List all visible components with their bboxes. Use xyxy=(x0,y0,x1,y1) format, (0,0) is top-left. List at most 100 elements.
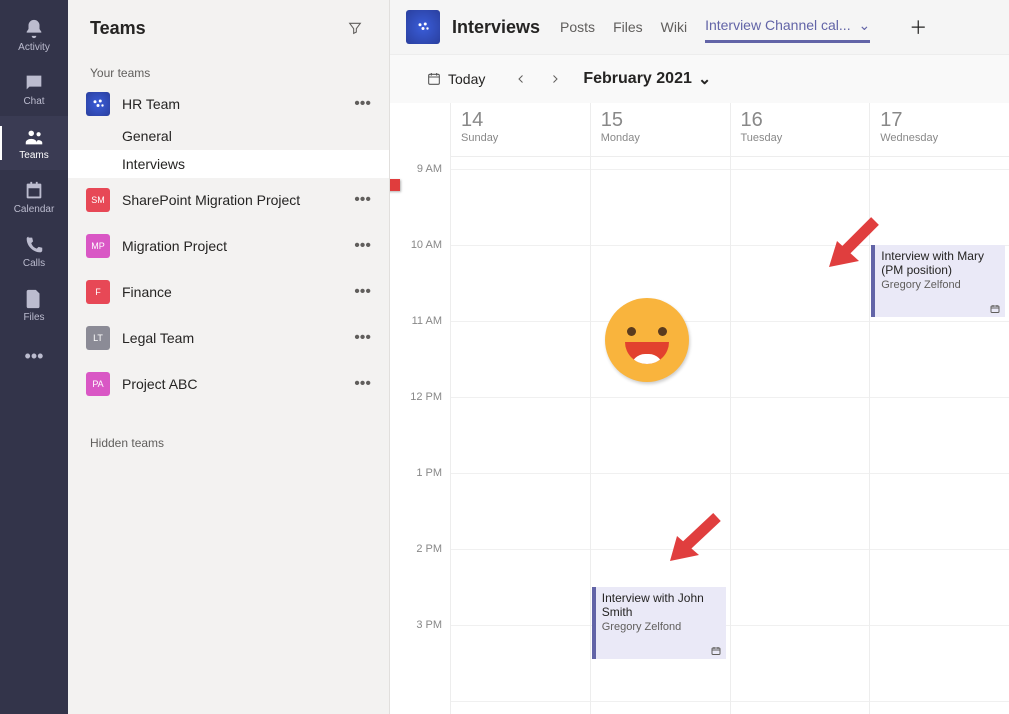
event-title: Interview with Mary (PM position) xyxy=(881,249,999,277)
filter-button[interactable] xyxy=(341,14,369,42)
time-label: 9 AM xyxy=(417,163,442,175)
tab-wiki[interactable]: Wiki xyxy=(661,13,687,41)
team-avatar: LT xyxy=(86,326,110,350)
team-more-icon[interactable]: ••• xyxy=(350,283,375,301)
recurrence-icon xyxy=(710,645,722,657)
event-organizer: Gregory Zelfond xyxy=(602,621,720,633)
team-name: SharePoint Migration Project xyxy=(122,192,350,208)
bell-icon xyxy=(23,18,45,40)
team-name: HR Team xyxy=(122,96,350,112)
rail-calls[interactable]: Calls xyxy=(0,224,68,278)
time-label: 1 PM xyxy=(416,467,442,479)
tab-label: Interview Channel cal... xyxy=(705,17,851,33)
rail-teams[interactable]: Teams xyxy=(0,116,68,170)
calendar-toolbar: Today February 2021 ⌄ xyxy=(390,54,1009,103)
team-avatar xyxy=(86,92,110,116)
day-number: 14 xyxy=(461,109,580,132)
app-rail: Activity Chat Teams Calendar Calls Files… xyxy=(0,0,68,714)
team-more-icon[interactable]: ••• xyxy=(350,191,375,209)
section-your-teams: Your teams xyxy=(68,52,389,86)
calendar-event[interactable]: Interview with John Smith Gregory Zelfon… xyxy=(592,587,726,659)
tab-files[interactable]: Files xyxy=(613,13,643,41)
day-header[interactable]: 17Wednesday xyxy=(869,103,1009,156)
team-row-sharepoint-migration[interactable]: SM SharePoint Migration Project ••• xyxy=(68,182,389,218)
channel-general[interactable]: General xyxy=(68,122,389,150)
time-label: 11 AM xyxy=(412,315,442,327)
team-name: Project ABC xyxy=(122,376,350,392)
day-number: 16 xyxy=(741,109,860,132)
tab-calendar[interactable]: Interview Channel cal... ⌄ xyxy=(705,11,870,43)
next-button[interactable] xyxy=(543,67,567,91)
team-more-icon[interactable]: ••• xyxy=(350,237,375,255)
calendar-grid[interactable]: 14Sunday15Monday16Tuesday17Wednesday 9 A… xyxy=(390,103,1009,714)
channel-title: Interviews xyxy=(452,17,540,38)
main-content: Interviews Posts Files Wiki Interview Ch… xyxy=(390,0,1009,714)
team-more-icon[interactable]: ••• xyxy=(350,95,375,113)
team-name: Finance xyxy=(122,284,350,300)
rail-chat[interactable]: Chat xyxy=(0,62,68,116)
team-avatar: F xyxy=(86,280,110,304)
add-tab-button[interactable]: ＋ xyxy=(906,15,930,39)
chat-icon xyxy=(23,72,45,94)
recurrence-icon xyxy=(989,303,1001,315)
phone-icon xyxy=(23,234,45,256)
channel-header: Interviews Posts Files Wiki Interview Ch… xyxy=(390,0,1009,54)
team-row-legal[interactable]: LT Legal Team ••• xyxy=(68,320,389,356)
channel-avatar xyxy=(406,10,440,44)
chevron-down-icon: ⌄ xyxy=(698,69,711,89)
team-more-icon[interactable]: ••• xyxy=(350,329,375,347)
day-column[interactable] xyxy=(730,157,870,714)
day-column[interactable] xyxy=(450,157,590,714)
teams-panel: Teams Your teams HR Team ••• General Int… xyxy=(68,0,390,714)
team-name: Legal Team xyxy=(122,330,350,346)
tab-posts[interactable]: Posts xyxy=(560,13,595,41)
month-label: February 2021 xyxy=(583,70,692,88)
file-icon xyxy=(23,288,45,310)
team-row-project-abc[interactable]: PA Project ABC ••• xyxy=(68,366,389,402)
day-of-week: Sunday xyxy=(461,132,580,144)
rail-label: Chat xyxy=(23,96,44,107)
chevron-right-icon xyxy=(549,73,561,85)
team-avatar: SM xyxy=(86,188,110,212)
rail-activity[interactable]: Activity xyxy=(0,8,68,62)
team-row-finance[interactable]: F Finance ••• xyxy=(68,274,389,310)
calendar-today-icon xyxy=(426,71,442,87)
day-column[interactable] xyxy=(869,157,1009,714)
channel-interviews[interactable]: Interviews xyxy=(68,150,389,178)
team-row-hr[interactable]: HR Team ••• xyxy=(68,86,389,122)
day-number: 15 xyxy=(601,109,720,132)
calendar-event[interactable]: Interview with Mary (PM position) Gregor… xyxy=(871,245,1005,317)
day-of-week: Wednesday xyxy=(880,132,999,144)
team-more-icon[interactable]: ••• xyxy=(350,375,375,393)
day-header[interactable]: 14Sunday xyxy=(450,103,590,156)
today-label: Today xyxy=(448,71,485,87)
time-label: 10 AM xyxy=(411,239,442,251)
section-hidden-teams: Hidden teams xyxy=(68,422,389,456)
rail-label: Activity xyxy=(18,42,50,53)
today-button[interactable]: Today xyxy=(418,67,493,91)
day-of-week: Monday xyxy=(601,132,720,144)
event-organizer: Gregory Zelfond xyxy=(881,279,999,291)
channel-tabs: Posts Files Wiki Interview Channel cal..… xyxy=(560,11,930,43)
month-picker[interactable]: February 2021 ⌄ xyxy=(583,69,711,89)
day-of-week: Tuesday xyxy=(741,132,860,144)
prev-button[interactable] xyxy=(509,67,533,91)
team-avatar: MP xyxy=(86,234,110,258)
rail-label: Teams xyxy=(19,150,48,161)
rail-calendar[interactable]: Calendar xyxy=(0,170,68,224)
day-number: 17 xyxy=(880,109,999,132)
rail-label: Files xyxy=(23,312,44,323)
day-header[interactable]: 15Monday xyxy=(590,103,730,156)
team-avatar: PA xyxy=(86,372,110,396)
day-header[interactable]: 16Tuesday xyxy=(730,103,870,156)
channel-name: Interviews xyxy=(122,156,185,172)
team-name: Migration Project xyxy=(122,238,350,254)
chevron-down-icon: ⌄ xyxy=(858,17,870,33)
rail-files[interactable]: Files xyxy=(0,278,68,332)
rail-label: Calls xyxy=(23,258,45,269)
rail-label: Calendar xyxy=(14,204,55,215)
channel-name: General xyxy=(122,128,172,144)
time-label: 12 PM xyxy=(410,391,442,403)
team-row-migration-project[interactable]: MP Migration Project ••• xyxy=(68,228,389,264)
rail-more[interactable]: ••• xyxy=(0,336,68,377)
